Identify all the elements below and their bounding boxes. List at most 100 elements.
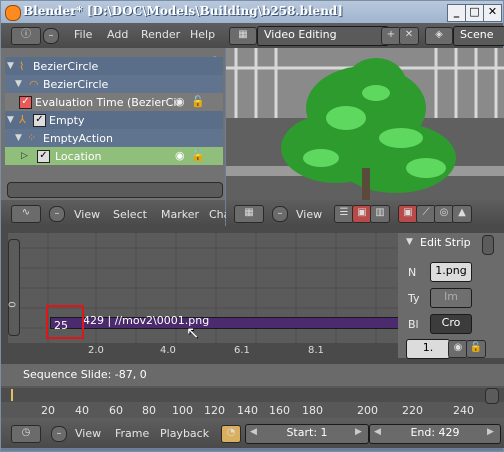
current-frame-label: 25 [54, 319, 68, 332]
frame-tick: 40 [75, 404, 89, 417]
ruler-scrollbar[interactable] [485, 388, 499, 404]
panel-collapse-icon[interactable]: ▼ [406, 237, 413, 247]
timeline-grid [8, 233, 398, 358]
add-screen-icon[interactable]: + [381, 27, 401, 45]
name-field[interactable]: 1.png [430, 262, 472, 282]
graph-editor-icon[interactable]: ∿ [11, 205, 41, 223]
menu-frame[interactable]: Frame [115, 427, 149, 440]
frame-tick: 240 [453, 404, 474, 417]
collapse-menu-icon[interactable]: – [51, 426, 67, 442]
menu-view[interactable]: View [75, 427, 101, 440]
lock-icon[interactable]: 🔓 [191, 95, 205, 108]
mouse-cursor-icon: ↖ [186, 323, 200, 342]
menu-marker[interactable]: Marker [161, 208, 199, 221]
collapse-menu-icon[interactable]: – [49, 206, 65, 222]
lock-icon[interactable]: 🔓 [191, 149, 205, 162]
frame-tick: 60 [109, 404, 123, 417]
type-label: Ty [408, 292, 420, 305]
blender-logo-icon [5, 5, 21, 21]
screen-layout-field[interactable]: Video Editing [257, 26, 389, 46]
current-frame-highlight: 25 [46, 305, 84, 339]
start-frame-field[interactable]: Start: 1 [245, 424, 369, 444]
increment-arrow-icon[interactable]: ▶ [355, 427, 362, 437]
expand-triangle-icon[interactable]: ▼ [7, 61, 14, 71]
action-icon: ⁘ [27, 131, 37, 144]
type-field[interactable]: Im [430, 288, 472, 308]
scene-field[interactable]: Scene [453, 26, 504, 46]
sequencer-timeline[interactable]: 0 429 | //mov2\0001.png 25 ↖ 2.0 4.0 6.1… [8, 233, 398, 358]
empty-object-icon: ⅄ [19, 113, 26, 126]
channel-row-evaluation-time[interactable]: ✓ Evaluation Time (BezierCir ◉ 🔓 [5, 93, 223, 111]
decrement-arrow-icon[interactable]: ◀ [374, 427, 381, 437]
preview-mode-icon[interactable]: ▣ [352, 205, 372, 223]
delete-screen-icon[interactable]: ✕ [399, 27, 419, 45]
playhead-marker[interactable] [11, 389, 13, 401]
collapse-menu-icon[interactable]: – [43, 28, 59, 44]
blend-label: Bl [408, 318, 419, 331]
waveform-icon[interactable]: ⟋ [416, 205, 436, 223]
checkbox-icon[interactable]: ✓ [19, 96, 32, 109]
mute-icon[interactable]: ◉ [448, 340, 468, 358]
expand-triangle-icon[interactable]: ▼ [15, 133, 22, 143]
graph-editor-header: ∿ – View Select Marker Cha [1, 200, 230, 226]
frame-tick: 120 [204, 404, 225, 417]
histogram-icon[interactable]: ▲ [452, 205, 472, 223]
image-strip[interactable]: 429 | //mov2\0001.png [50, 314, 398, 329]
increment-arrow-icon[interactable]: ▶ [487, 427, 494, 437]
curve-object-icon: ⌇ [19, 60, 25, 73]
menu-help[interactable]: Help [190, 28, 215, 41]
sidebar-scrollbar[interactable] [482, 235, 494, 255]
menu-view[interactable]: View [74, 208, 100, 221]
window-title: Blender* [D:\DOC\Models\Building\b258.bl… [23, 4, 343, 18]
vertical-scrollbar[interactable] [8, 239, 20, 336]
menu-add[interactable]: Add [107, 28, 128, 41]
image-display-icon[interactable]: ▣ [398, 205, 418, 223]
blend-select[interactable]: Cro [430, 314, 472, 334]
checkbox-icon[interactable]: ✓ [33, 114, 46, 127]
minimize-button[interactable]: _ [447, 4, 466, 22]
frame-ruler[interactable]: 20 40 60 80 100 120 140 160 180 200 220 … [1, 386, 504, 418]
scene-icon[interactable]: ◈ [425, 27, 453, 45]
expand-triangle-icon[interactable]: ▼ [7, 115, 14, 125]
expand-triangle-icon[interactable]: ▼ [15, 79, 22, 89]
menu-select[interactable]: Select [113, 208, 147, 221]
dopesheet-channels: ⊕ ▼ ⌇ BezierCircle ▼ ◠ BezierCircle ✓ Ev… [1, 48, 225, 200]
collapse-menu-icon[interactable]: – [272, 206, 288, 222]
channel-label: Location [55, 150, 102, 163]
end-frame-field[interactable]: End: 429 [369, 424, 501, 444]
title-bar[interactable]: Blender* [D:\DOC\Models\Building\b258.bl… [1, 1, 503, 23]
timeline-header: ◷ – View Frame Playback ◔ Start: 1 ◀ ▶ E… [1, 418, 504, 448]
preview-range-icon[interactable]: ◔ [221, 425, 241, 443]
panel-title: Edit Strip [420, 236, 471, 249]
eye-icon[interactable]: ◉ [175, 95, 185, 108]
menu-file[interactable]: File [74, 28, 92, 41]
lock-icon[interactable]: 🔓 [466, 340, 486, 358]
frame-tick: 180 [302, 404, 323, 417]
checkbox-icon[interactable]: ✓ [37, 150, 50, 163]
sequencer-editor-icon[interactable]: ▦ [234, 205, 264, 223]
frame-tick: 140 [237, 404, 258, 417]
channel-row-emptyaction[interactable]: ▼ ⁘ EmptyAction [5, 129, 223, 147]
vectorscope-icon[interactable]: ◎ [434, 205, 454, 223]
maximize-button[interactable]: □ [465, 4, 484, 22]
channel-row-empty[interactable]: ▼ ⅄ ✓ Empty [5, 111, 223, 129]
decrement-arrow-icon[interactable]: ◀ [250, 427, 257, 437]
horizontal-scrollbar[interactable] [7, 182, 223, 198]
menu-playback[interactable]: Playback [160, 427, 209, 440]
channel-row-location[interactable]: ▷ ✓ Location ◉ 🔓 [5, 147, 223, 165]
seq-preview-mode-icon[interactable]: ▥ [370, 205, 390, 223]
close-button[interactable]: ✕ [483, 4, 502, 22]
info-editor-icon[interactable]: ⓘ [11, 27, 41, 45]
channel-row-beziercircle-data[interactable]: ▼ ◠ BezierCircle [5, 75, 223, 93]
sequencer-mode-icon[interactable]: ☰ [334, 205, 354, 223]
eye-icon[interactable]: ◉ [175, 149, 185, 162]
menu-view[interactable]: View [296, 208, 322, 221]
channel-label: BezierCircle [43, 78, 109, 91]
frame-tick: 80 [142, 404, 156, 417]
collapse-triangle-icon[interactable]: ▷ [21, 151, 28, 161]
channel-row-beziercircle[interactable]: ▼ ⌇ BezierCircle [5, 57, 223, 75]
menu-render[interactable]: Render [141, 28, 180, 41]
channel-field[interactable]: 1. [406, 339, 450, 359]
timeline-editor-icon[interactable]: ◷ [11, 425, 41, 443]
screen-layout-icon[interactable]: ▦ [229, 27, 257, 45]
